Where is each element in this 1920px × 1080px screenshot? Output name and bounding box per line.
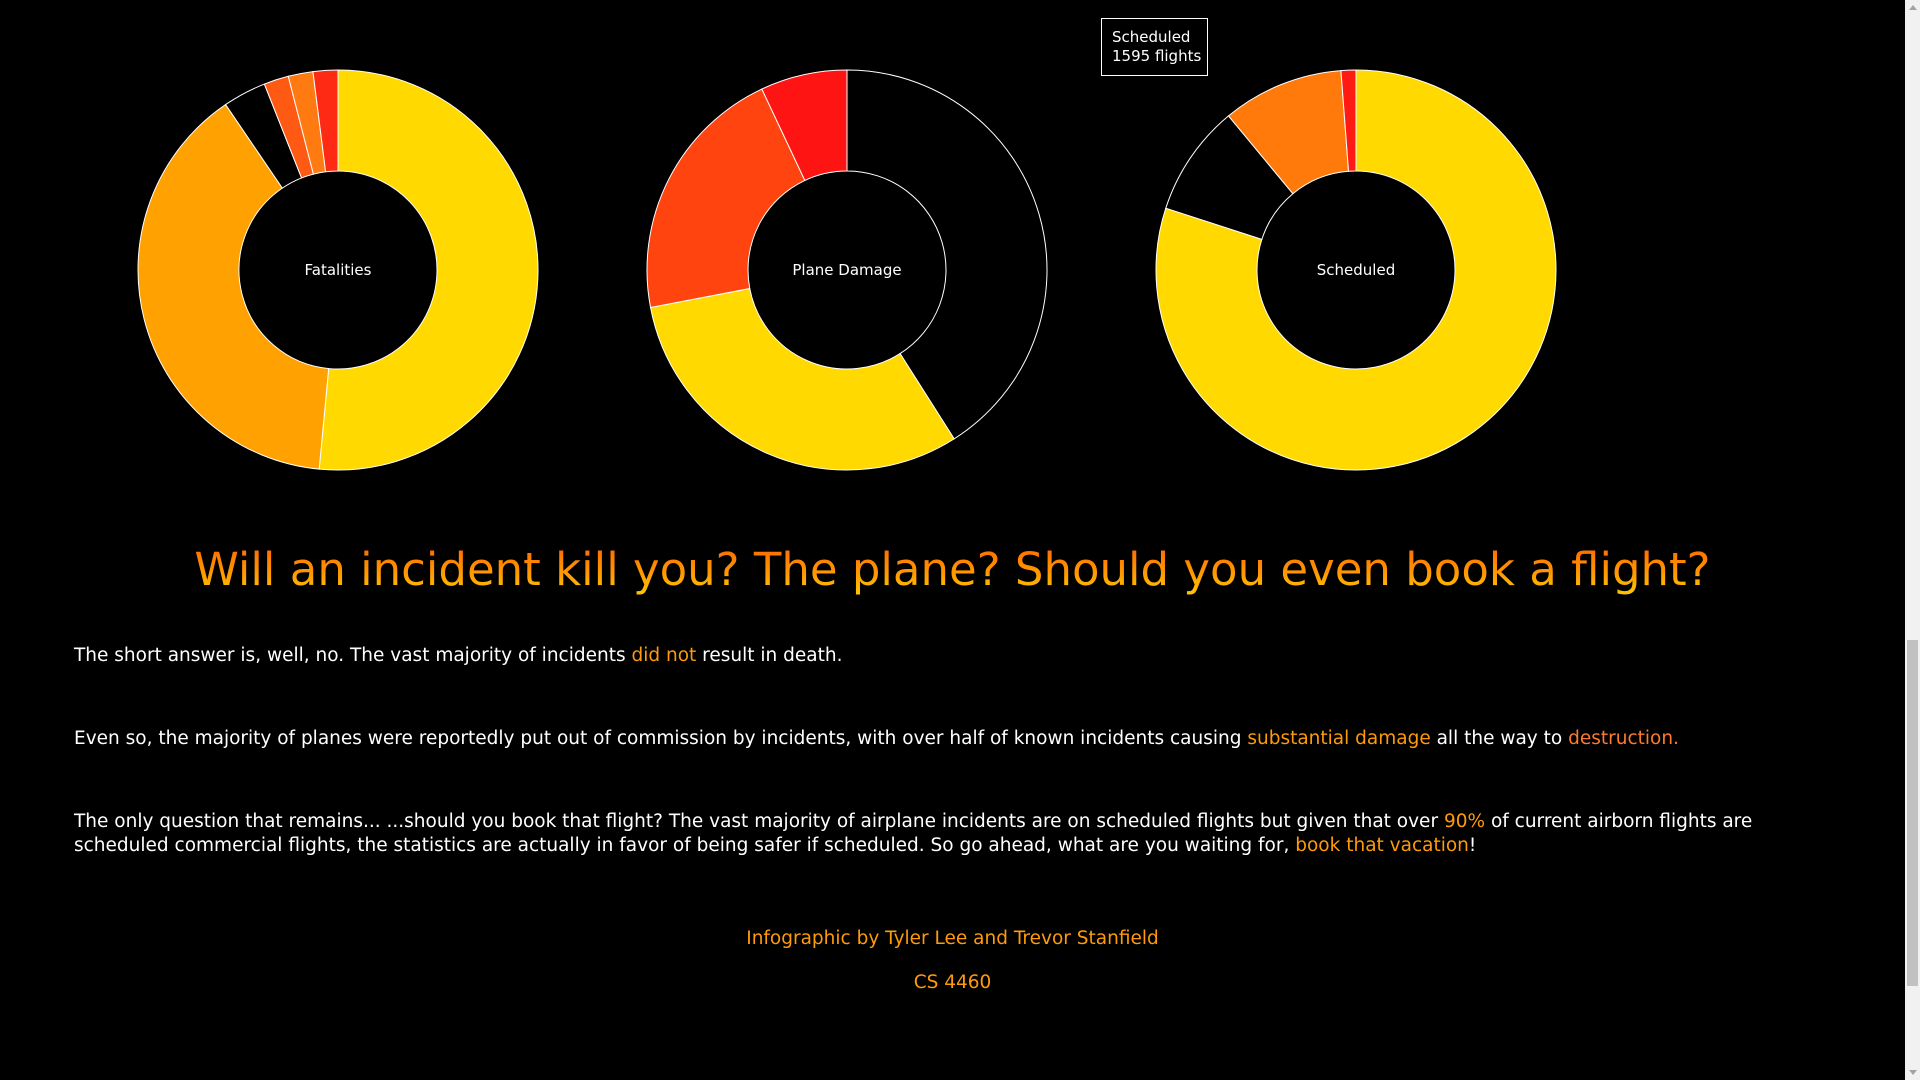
tooltip-category: Scheduled	[1112, 28, 1191, 46]
donut-slice-1-1[interactable]	[649, 287, 955, 471]
scheduled-donut-svg: Scheduled	[1155, 69, 1557, 471]
p2-text-middle: all the way to	[1430, 728, 1569, 749]
p3-highlight-90-percent: 90%	[1443, 811, 1486, 832]
plane-damage-donut-svg: Plane Damage	[646, 69, 1048, 471]
fatalities-center-label: Fatalities	[305, 261, 372, 279]
p1-text-after: result in death.	[696, 645, 843, 666]
vertical-scrollbar[interactable]	[1905, 0, 1920, 1080]
credits-course: CS 4460	[913, 972, 992, 993]
p2-highlight-substantial-damage: substantial damage	[1247, 728, 1431, 749]
plane-damage-donut-chart: Plane Damage	[645, 68, 1049, 472]
p2-highlight-destruction: destruction.	[1568, 728, 1679, 749]
p3-text-after: !	[1468, 835, 1477, 856]
paragraph-fatalities: The short answer is, well, no. The vast …	[74, 644, 1834, 668]
scroll-down-arrow-icon[interactable]	[1909, 1070, 1917, 1075]
scheduled-center-label: Scheduled	[1317, 261, 1395, 279]
p3-highlight-book-that-vacation: book that vacation	[1295, 835, 1469, 856]
paragraph-plane-damage: Even so, the majority of planes were rep…	[74, 727, 1834, 751]
p1-text-before: The short answer is, well, no. The vast …	[74, 645, 632, 666]
scroll-up-arrow-icon[interactable]	[1909, 5, 1917, 10]
tooltip-value: 1595 flights	[1112, 47, 1202, 65]
plane-damage-center-label: Plane Damage	[792, 261, 901, 279]
credits-authors: Infographic by Tyler Lee and Trevor Stan…	[746, 928, 1159, 949]
paragraph-scheduled: The only question that remains... ...sho…	[74, 810, 1834, 858]
page-headline: Will an incident kill you? The plane? Sh…	[0, 540, 1905, 600]
p2-text-before: Even so, the majority of planes were rep…	[74, 728, 1248, 749]
infographic-page: Fatalities Plane Damage Scheduled Schedu…	[0, 0, 1905, 1080]
chart-tooltip: Scheduled 1595 flights	[1101, 18, 1208, 76]
p1-highlight-did-not: did not	[631, 645, 697, 666]
scheduled-donut-chart: Scheduled	[1154, 68, 1558, 472]
p3-text-before: The only question that remains... ...sho…	[74, 811, 1444, 832]
scrollbar-thumb[interactable]	[1907, 640, 1918, 986]
fatalities-donut-chart: Fatalities	[136, 68, 540, 472]
donut-charts-row: Fatalities Plane Damage Scheduled Schedu…	[0, 0, 1905, 500]
fatalities-donut-svg: Fatalities	[137, 69, 539, 471]
